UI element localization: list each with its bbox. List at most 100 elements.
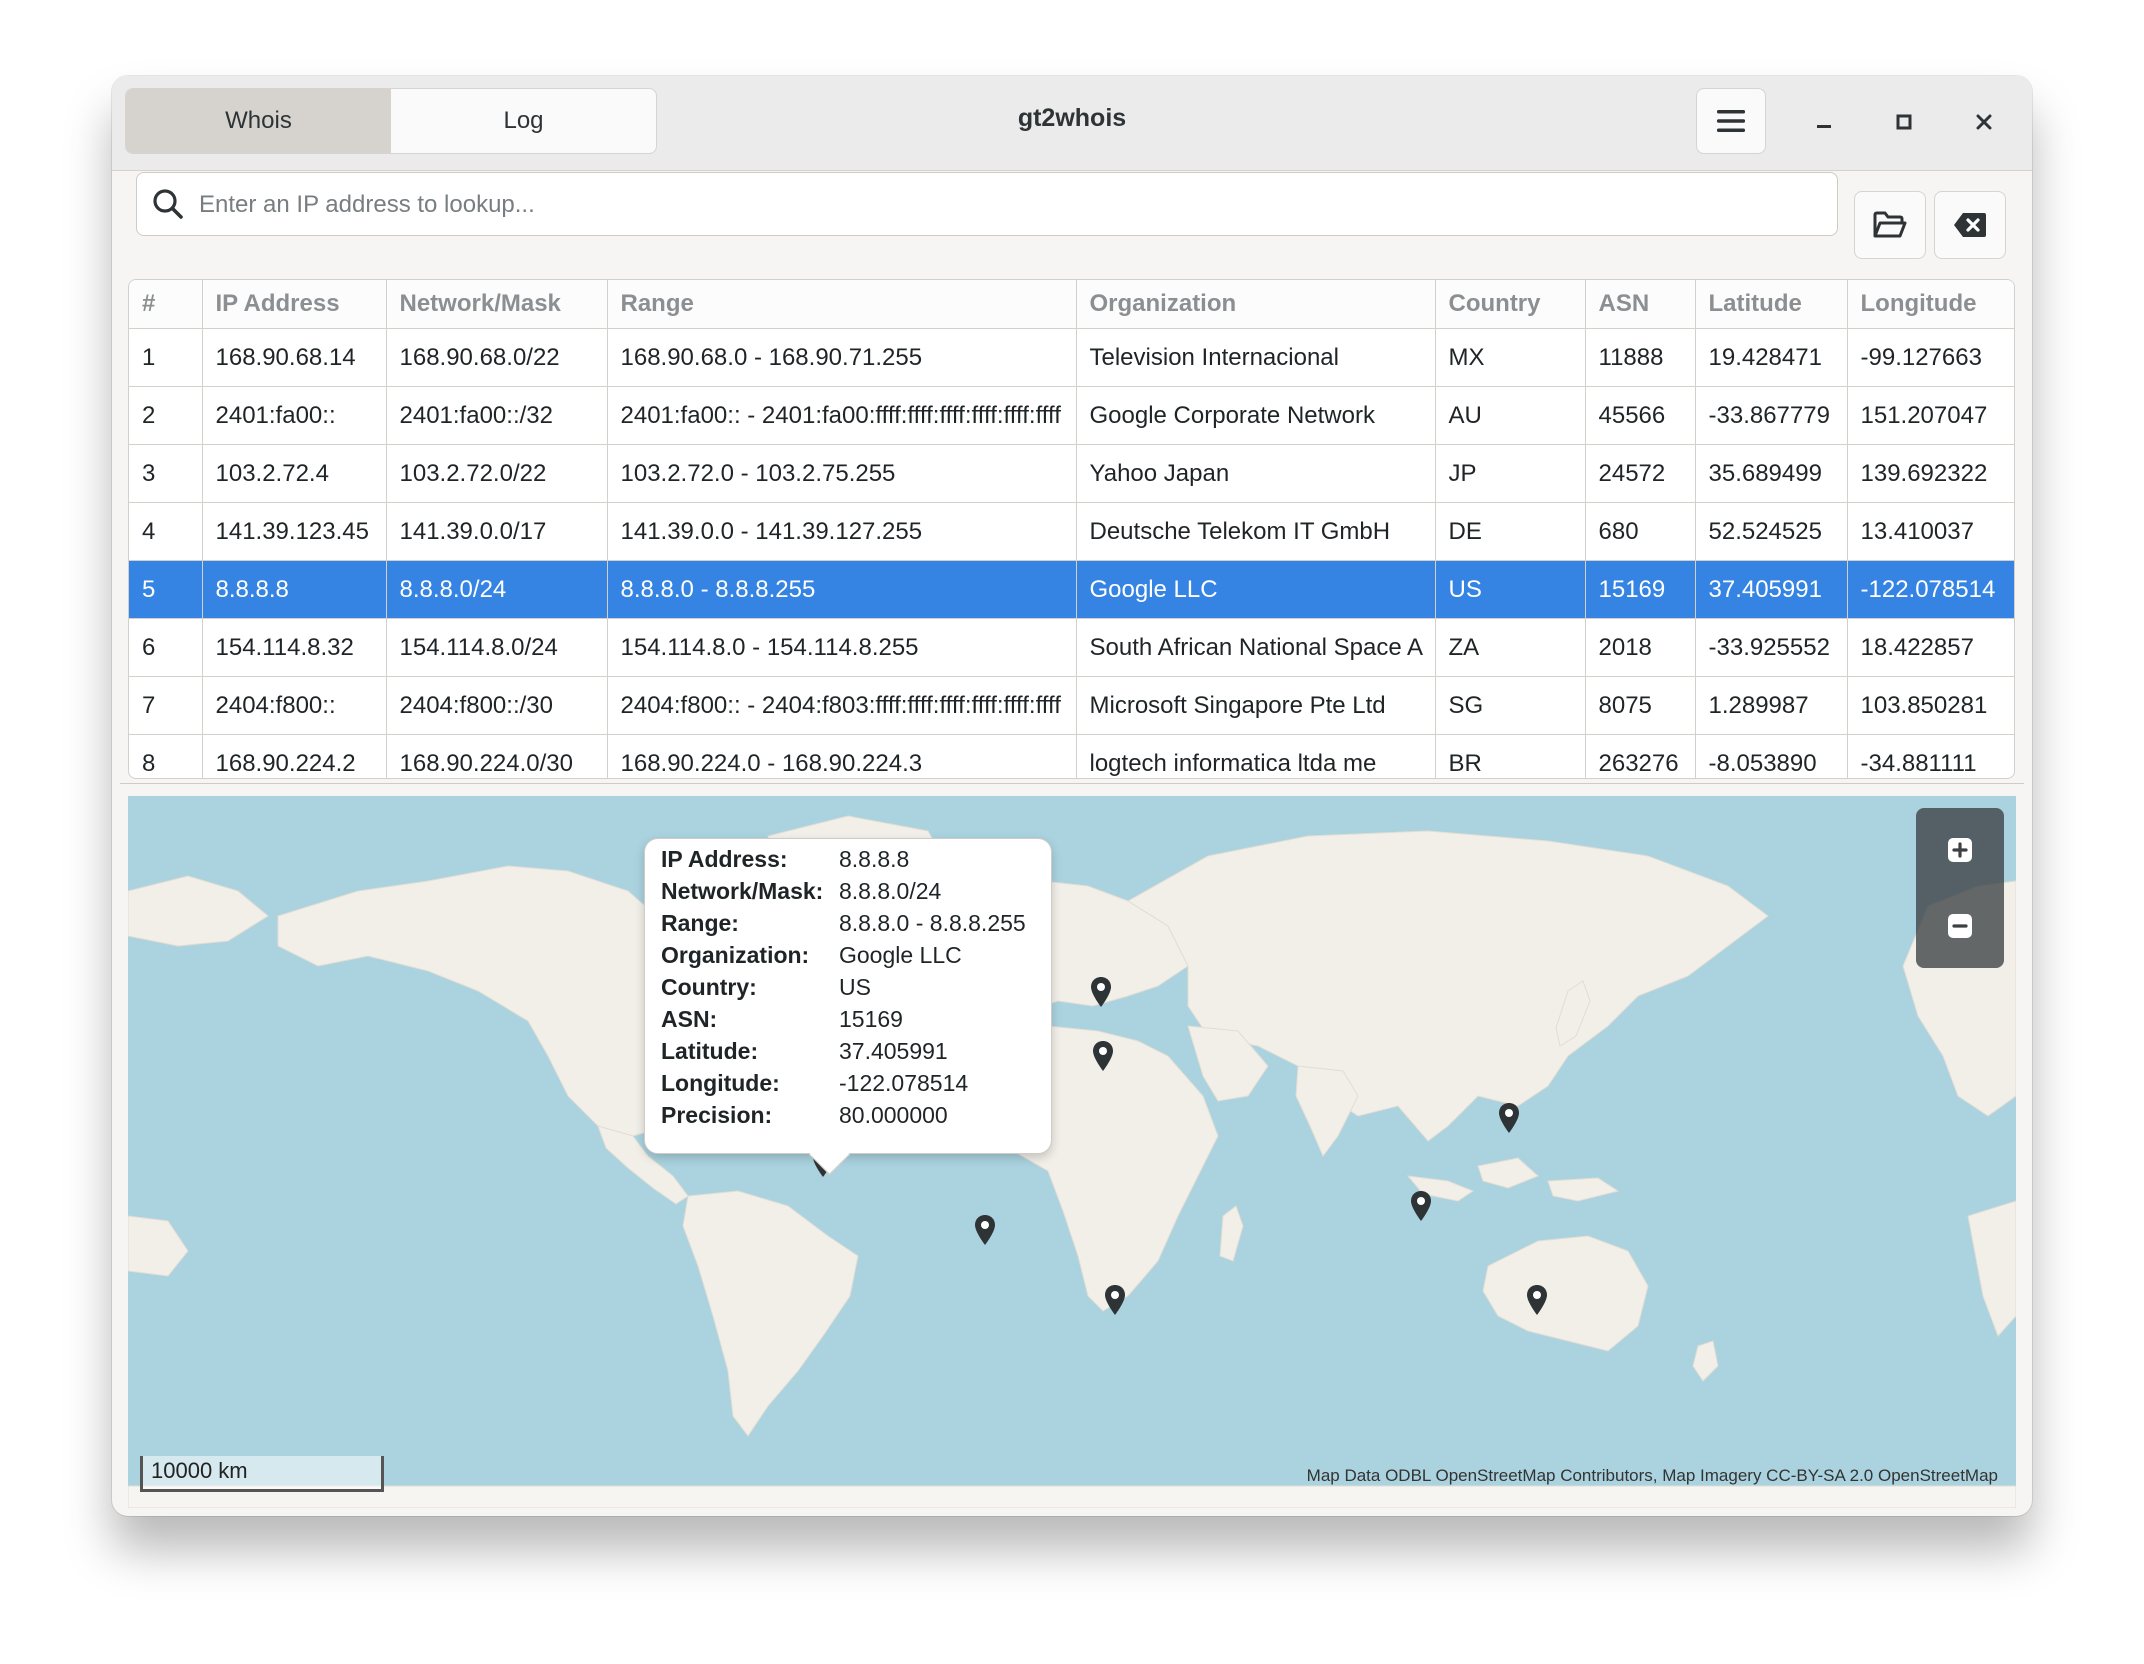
cell-country: DE [1435, 502, 1586, 561]
cell-range: 168.90.224.0 - 168.90.224.3 [607, 734, 1077, 778]
close-icon [1976, 114, 1992, 130]
search-entry[interactable] [136, 172, 1838, 236]
location-pin[interactable] [1410, 1190, 1432, 1222]
cell-longitude: 151.207047 [1847, 386, 2014, 445]
table-row[interactable]: 4 141.39.123.45 141.39.0.0/17 141.39.0.0… [129, 502, 2014, 561]
minimize-icon [1817, 125, 1831, 128]
cell-network-mask: 2401:fa00::/32 [386, 386, 608, 445]
location-info-popup: IP Address: 8.8.8.8 Network/Mask: 8.8.8.0/… [644, 838, 1052, 1176]
table-header-row: # IP Address Network/Mask Range Organiza… [129, 280, 2014, 329]
location-pin[interactable] [1104, 1284, 1126, 1316]
cell-organization: South African National Space A [1076, 618, 1436, 677]
column-header-ip-address[interactable]: IP Address [202, 280, 387, 329]
pane-divider[interactable] [120, 783, 2024, 784]
column-header-latitude[interactable]: Latitude [1695, 280, 1848, 329]
hamburger-menu-icon [1717, 110, 1745, 132]
zoom-out-button[interactable] [1944, 910, 1976, 942]
popup-key: ASN: [661, 1006, 718, 1032]
location-pin[interactable] [1092, 1040, 1114, 1072]
cell-index: 3 [129, 444, 203, 503]
column-header-organization[interactable]: Organization [1076, 280, 1436, 329]
cell-network-mask: 8.8.8.0/24 [386, 560, 608, 619]
close-button[interactable] [1964, 102, 2004, 142]
cell-ip-address: 103.2.72.4 [202, 444, 387, 503]
table-row[interactable]: 8 168.90.224.2 168.90.224.0/30 168.90.22… [129, 734, 2014, 778]
column-header-network-mask[interactable]: Network/Mask [386, 280, 608, 329]
cell-index: 2 [129, 386, 203, 445]
cell-longitude: 103.850281 [1847, 676, 2014, 735]
cell-country: BR [1435, 734, 1586, 778]
cell-organization: Television Internacional [1076, 328, 1436, 387]
cell-ip-address: 2401:fa00:: [202, 386, 387, 445]
location-pin[interactable] [1498, 1102, 1520, 1134]
cell-latitude: 52.524525 [1695, 502, 1848, 561]
cell-network-mask: 168.90.68.0/22 [386, 328, 608, 387]
popup-row-range: Range: 8.8.8.0 - 8.8.8.255 [661, 907, 1026, 939]
popup-value: Google LLC [839, 942, 962, 968]
cell-country: JP [1435, 444, 1586, 503]
cell-asn: 8075 [1585, 676, 1696, 735]
search-input[interactable] [197, 181, 1801, 229]
cell-network-mask: 103.2.72.0/22 [386, 444, 608, 503]
popup-value: -122.078514 [839, 1070, 969, 1096]
cell-range: 2404:f800:: - 2404:f803:ffff:ffff:ffff:f… [607, 676, 1077, 735]
column-header-longitude[interactable]: Longitude [1847, 280, 2014, 329]
cell-asn: 263276 [1585, 734, 1696, 778]
cell-organization: Google Corporate Network [1076, 386, 1436, 445]
cell-ip-address: 168.90.68.14 [202, 328, 387, 387]
table-row-selected[interactable]: 5 8.8.8.8 8.8.8.0/24 8.8.8.0 - 8.8.8.255… [129, 560, 2014, 619]
cell-asn: 2018 [1585, 618, 1696, 677]
table-row[interactable]: 2 2401:fa00:: 2401:fa00::/32 2401:fa00::… [129, 386, 2014, 445]
cell-latitude: 37.405991 [1695, 560, 1848, 619]
cell-country: ZA [1435, 618, 1586, 677]
map-scale: 10000 km [140, 1456, 384, 1492]
cell-ip-address: 8.8.8.8 [202, 560, 387, 619]
cell-country: AU [1435, 386, 1586, 445]
world-map[interactable]: 10000 km Map Data ODBL OpenStreetMap Con… [128, 796, 2016, 1508]
column-header-country[interactable]: Country [1435, 280, 1586, 329]
cell-index: 8 [129, 734, 203, 778]
table-row[interactable]: 7 2404:f800:: 2404:f800::/30 2404:f800::… [129, 676, 2014, 735]
cell-organization: logtech informatica ltda me [1076, 734, 1436, 778]
popup-key: IP Address: [661, 846, 788, 872]
clear-button[interactable] [1934, 191, 2006, 259]
cell-range: 141.39.0.0 - 141.39.127.255 [607, 502, 1077, 561]
cell-range: 2401:fa00:: - 2401:fa00:ffff:ffff:ffff:f… [607, 386, 1077, 445]
minimize-button[interactable] [1804, 102, 1844, 142]
cell-longitude: 18.422857 [1847, 618, 2014, 677]
location-pin[interactable] [974, 1214, 996, 1246]
table-row[interactable]: 3 103.2.72.4 103.2.72.0/22 103.2.72.0 - … [129, 444, 2014, 503]
table-row[interactable]: 1 168.90.68.14 168.90.68.0/22 168.90.68.… [129, 328, 2014, 387]
cell-ip-address: 2404:f800:: [202, 676, 387, 735]
cell-index: 7 [129, 676, 203, 735]
cell-country: US [1435, 560, 1586, 619]
cell-country: MX [1435, 328, 1586, 387]
map-tiles [128, 815, 2016, 1508]
cell-asn: 680 [1585, 502, 1696, 561]
zoom-in-button[interactable] [1944, 834, 1976, 866]
header-bar: Whois Log gt2whois [112, 76, 2032, 171]
cell-latitude: -33.867779 [1695, 386, 1848, 445]
location-pin[interactable] [1526, 1284, 1548, 1316]
cell-country: SG [1435, 676, 1586, 735]
cell-index: 4 [129, 502, 203, 561]
popup-key: Organization: [661, 942, 810, 968]
maximize-button[interactable] [1884, 102, 1924, 142]
map-attribution: Map Data ODBL OpenStreetMap Contributors… [1306, 1466, 1998, 1485]
cell-latitude: 19.428471 [1695, 328, 1848, 387]
popup-key: Precision: [661, 1102, 773, 1128]
cell-latitude: 1.289987 [1695, 676, 1848, 735]
open-file-button[interactable] [1854, 191, 1926, 259]
cell-ip-address: 154.114.8.32 [202, 618, 387, 677]
popup-row-precision: Precision: 80.000000 [661, 1099, 948, 1131]
location-pin[interactable] [1090, 976, 1112, 1008]
popup-value: 80.000000 [839, 1102, 948, 1128]
cell-organization: Yahoo Japan [1076, 444, 1436, 503]
column-header-range[interactable]: Range [607, 280, 1077, 329]
zoom-out-icon [1948, 914, 1972, 938]
column-header-index[interactable]: # [129, 280, 203, 329]
cell-range: 103.2.72.0 - 103.2.75.255 [607, 444, 1077, 503]
main-menu-button[interactable] [1696, 88, 1766, 154]
table-row[interactable]: 6 154.114.8.32 154.114.8.0/24 154.114.8.… [129, 618, 2014, 677]
column-header-asn[interactable]: ASN [1585, 280, 1696, 329]
